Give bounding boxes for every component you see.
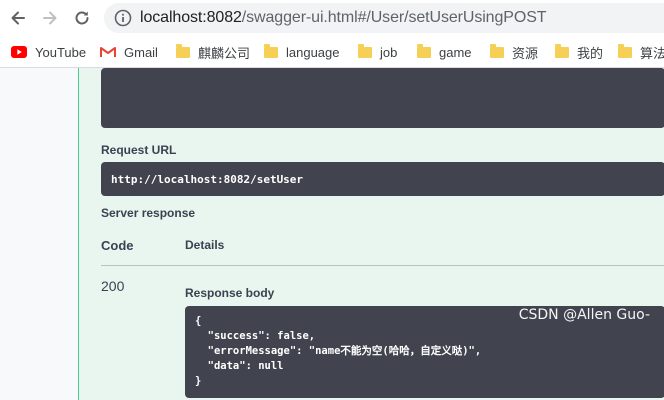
bookmark-folder-resources[interactable]: 资源 xyxy=(490,41,538,63)
url-host: localhost:8082 xyxy=(140,9,242,26)
bookmark-folder-language[interactable]: language xyxy=(264,41,340,63)
bookmark-folder-company[interactable]: 麒麟公司 xyxy=(176,41,250,63)
folder-icon xyxy=(555,43,569,58)
request-url-label: Request URL xyxy=(101,143,177,157)
bookmark-folder-game[interactable]: game xyxy=(417,41,472,63)
gmail-icon xyxy=(100,47,116,57)
server-response-label: Server response xyxy=(101,206,196,220)
table-divider xyxy=(101,265,664,266)
bookmark-label: language xyxy=(286,44,340,60)
url-path: /swagger-ui.html#/User/setUserUsingPOST xyxy=(241,9,547,26)
bookmark-gmail[interactable]: Gmail xyxy=(100,41,158,63)
watermark-text: CSDN @Allen Guo- xyxy=(518,307,650,323)
bookmark-folder-algorithms[interactable]: 算法 xyxy=(618,41,664,63)
browser-toolbar: localhost:8082/swagger-ui.html#/User/set… xyxy=(0,0,664,36)
operation-panel: Request URL http://localhost:8082/setUse… xyxy=(78,68,664,400)
forward-button[interactable] xyxy=(38,6,62,30)
address-bar[interactable]: localhost:8082/swagger-ui.html#/User/set… xyxy=(104,3,664,33)
bookmark-folder-mine[interactable]: 我的 xyxy=(555,41,603,63)
bookmark-label: YouTube xyxy=(35,44,87,60)
reload-button[interactable] xyxy=(70,6,94,30)
folder-icon xyxy=(176,43,190,58)
bookmarks-bar: YouTube Gmail 麒麟公司 language job game 资源 … xyxy=(0,36,664,68)
bookmark-label: job xyxy=(380,44,398,60)
youtube-icon xyxy=(11,46,27,58)
response-body-label: Response body xyxy=(185,286,275,300)
bookmark-label: 麒麟公司 xyxy=(198,45,251,61)
folder-icon xyxy=(417,43,431,58)
bookmark-youtube[interactable]: YouTube xyxy=(11,41,86,63)
bookmark-label: 我的 xyxy=(577,45,604,61)
arrow-left-icon xyxy=(11,11,25,25)
page-content: Request URL http://localhost:8082/setUse… xyxy=(0,68,664,400)
request-url-block: http://localhost:8082/setUser xyxy=(101,162,664,196)
curl-code-block xyxy=(101,68,664,128)
response-status-code: 200 xyxy=(101,278,125,294)
bookmark-label: game xyxy=(439,44,472,60)
reload-icon xyxy=(75,11,89,25)
details-column-header: Details xyxy=(185,238,225,252)
request-url-value: http://localhost:8082/setUser xyxy=(111,173,304,186)
folder-icon xyxy=(264,43,278,58)
code-column-header: Code xyxy=(101,238,134,253)
bookmark-folder-job[interactable]: job xyxy=(358,41,397,63)
folder-icon xyxy=(358,43,372,58)
folder-icon xyxy=(618,43,632,58)
bookmark-label: 资源 xyxy=(512,45,539,61)
info-icon[interactable] xyxy=(114,9,132,27)
arrow-right-icon xyxy=(43,11,57,25)
folder-icon xyxy=(490,43,504,58)
back-button[interactable] xyxy=(6,6,30,30)
bookmark-label: 算法 xyxy=(640,45,664,61)
url-text[interactable]: localhost:8082/swagger-ui.html#/User/set… xyxy=(140,9,547,27)
bookmark-label: Gmail xyxy=(124,44,158,60)
